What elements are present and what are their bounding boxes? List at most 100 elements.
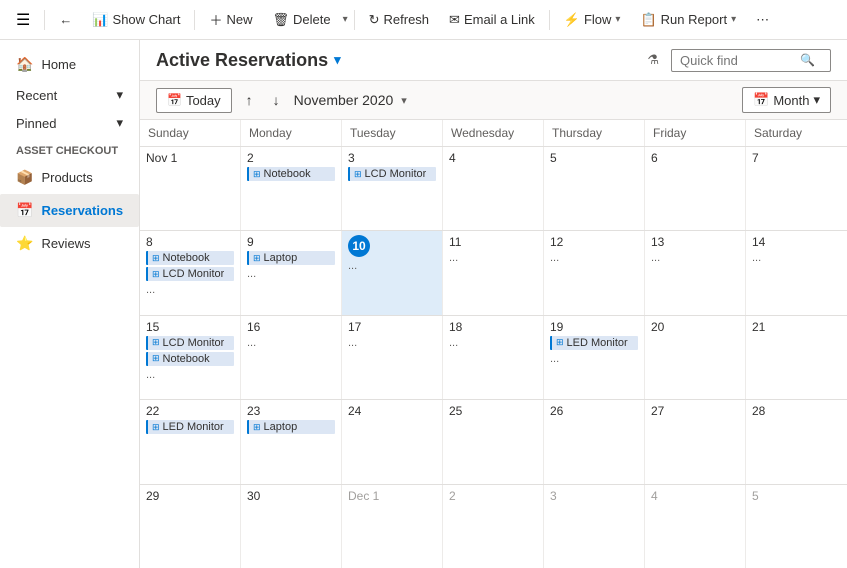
calendar-cell[interactable]: 28	[746, 400, 847, 483]
next-month-button[interactable]: ↓	[267, 88, 286, 112]
calendar-cell[interactable]: 29	[140, 485, 241, 568]
calendar-cell[interactable]: 11...	[443, 231, 544, 314]
calendar-cell[interactable]: 2	[443, 485, 544, 568]
calendar-cell[interactable]: 4	[645, 485, 746, 568]
calendar-cell[interactable]: 17...	[342, 316, 443, 399]
filter-icon[interactable]: ⚗	[643, 48, 663, 72]
calendar-cell[interactable]: 23⊞Laptop	[241, 400, 342, 483]
delete-chevron-icon[interactable]: ▾	[343, 14, 348, 25]
calendar-cell[interactable]: 5	[544, 147, 645, 230]
calendar-event[interactable]: ⊞Laptop	[247, 420, 335, 434]
calendar-cell[interactable]: 8⊞Notebook⊞LCD Monitor...	[140, 231, 241, 314]
calendar-cell[interactable]: 16...	[241, 316, 342, 399]
more-events[interactable]: ...	[449, 336, 537, 350]
calendar-cell[interactable]: 21	[746, 316, 847, 399]
event-icon: ⊞	[152, 337, 160, 348]
flow-button[interactable]: ⚡ Flow ▾	[556, 8, 629, 32]
calendar-cell[interactable]: 25	[443, 400, 544, 483]
calendar-event[interactable]: ⊞LED Monitor	[550, 336, 638, 350]
search-icon: 🔍	[800, 53, 815, 67]
calendar-cell[interactable]: 9⊞Laptop...	[241, 231, 342, 314]
more-events[interactable]: ...	[247, 267, 335, 281]
calendar-cell[interactable]: 12...	[544, 231, 645, 314]
sidebar-item-products[interactable]: 📦 Products	[0, 161, 139, 194]
more-events[interactable]: ...	[550, 352, 638, 366]
calendar-event[interactable]: ⊞LCD Monitor	[348, 167, 436, 181]
day-number: 30	[247, 489, 335, 503]
run-report-button[interactable]: 📋 Run Report ▾	[632, 8, 744, 32]
title-chevron-icon[interactable]: ▾	[334, 52, 341, 68]
refresh-icon: ↻	[369, 12, 380, 28]
search-box[interactable]: 🔍	[671, 49, 831, 72]
calendar-event[interactable]: ⊞LCD Monitor	[146, 267, 234, 281]
email-link-label: Email a Link	[464, 12, 535, 27]
more-options-button[interactable]: ⋯	[748, 8, 777, 32]
hamburger-icon[interactable]: ☰	[8, 6, 38, 34]
calendar-cell[interactable]: 3	[544, 485, 645, 568]
calendar-cell[interactable]: 30	[241, 485, 342, 568]
day-number: 2	[449, 489, 537, 503]
more-events[interactable]: ...	[348, 336, 436, 350]
back-button[interactable]: ←	[51, 8, 80, 31]
header-right: ⚗ 🔍	[643, 48, 831, 72]
calendar-cell[interactable]: 10...	[342, 231, 443, 314]
calendar-cell[interactable]: 22 ⊞LED Monitor	[140, 400, 241, 483]
calendar-event[interactable]: ⊞Notebook	[247, 167, 335, 181]
more-events[interactable]: ...	[449, 251, 537, 265]
day-number: 17	[348, 320, 436, 334]
view-selector-button[interactable]: 📅 Month ▾	[742, 87, 831, 113]
sidebar-reservations-label: Reservations	[41, 203, 123, 218]
more-events[interactable]: ...	[348, 259, 436, 273]
calendar-cell[interactable]: 27	[645, 400, 746, 483]
day-number: 22	[146, 404, 234, 418]
calendar-cell[interactable]: 7	[746, 147, 847, 230]
calendar-cell[interactable]: 6	[645, 147, 746, 230]
calendar-event[interactable]: ⊞Laptop	[247, 251, 335, 265]
calendar-cell[interactable]: 14...	[746, 231, 847, 314]
flow-icon: ⚡	[564, 12, 580, 28]
sidebar-pinned-header[interactable]: Pinned ▾	[0, 109, 139, 137]
calendar-cell[interactable]: 18...	[443, 316, 544, 399]
sidebar-item-reservations[interactable]: 📅 Reservations	[0, 194, 139, 227]
more-events[interactable]: ...	[146, 283, 234, 297]
calendar-cell[interactable]: Dec 1	[342, 485, 443, 568]
calendar-cell[interactable]: 13...	[645, 231, 746, 314]
calendar-cell[interactable]: 5	[746, 485, 847, 568]
day-header-monday: Monday	[241, 120, 342, 146]
calendar-cell[interactable]: 24	[342, 400, 443, 483]
calendar-cell[interactable]: 20	[645, 316, 746, 399]
calendar-cell[interactable]: 26	[544, 400, 645, 483]
sidebar-item-home[interactable]: 🏠 Home	[0, 48, 139, 81]
more-events[interactable]: ...	[247, 336, 335, 350]
sidebar-recent-header[interactable]: Recent ▾	[0, 81, 139, 109]
calendar-cell[interactable]: 4	[443, 147, 544, 230]
more-events[interactable]: ...	[550, 251, 638, 265]
refresh-button[interactable]: ↻ Refresh	[361, 8, 437, 32]
calendar-event[interactable]: ⊞LCD Monitor	[146, 336, 234, 350]
day-number: 13	[651, 235, 739, 249]
sidebar-item-reviews[interactable]: ⭐ Reviews	[0, 227, 139, 260]
calendar-cell[interactable]: Nov 1	[140, 147, 241, 230]
email-link-button[interactable]: ✉ Email a Link	[441, 8, 543, 32]
event-label: Notebook	[264, 168, 311, 180]
more-events[interactable]: ...	[146, 368, 234, 382]
today-button[interactable]: 📅 Today	[156, 88, 232, 113]
calendar-cell[interactable]: 3⊞LCD Monitor	[342, 147, 443, 230]
calendar-cell[interactable]: 19⊞LED Monitor...	[544, 316, 645, 399]
delete-button[interactable]: 🗑 Delete	[264, 8, 338, 32]
calendar-event[interactable]: ⊞LED Monitor	[146, 420, 234, 434]
prev-month-button[interactable]: ↑	[240, 88, 259, 112]
sidebar-recent-label: Recent	[16, 88, 57, 103]
more-events[interactable]: ...	[752, 251, 841, 265]
day-number: Nov 1	[146, 151, 234, 165]
calendar-event[interactable]: ⊞Notebook	[146, 251, 234, 265]
month-dropdown-arrow[interactable]: ▾	[401, 94, 407, 107]
new-button[interactable]: ＋ New	[201, 6, 260, 33]
delete-label: Delete	[293, 12, 331, 27]
more-events[interactable]: ...	[651, 251, 739, 265]
calendar-cell[interactable]: 15⊞LCD Monitor⊞Notebook...	[140, 316, 241, 399]
search-input[interactable]	[680, 53, 800, 68]
show-chart-button[interactable]: 📊 Show Chart	[84, 8, 188, 32]
calendar-event[interactable]: ⊞Notebook	[146, 352, 234, 366]
calendar-cell[interactable]: 2⊞Notebook	[241, 147, 342, 230]
